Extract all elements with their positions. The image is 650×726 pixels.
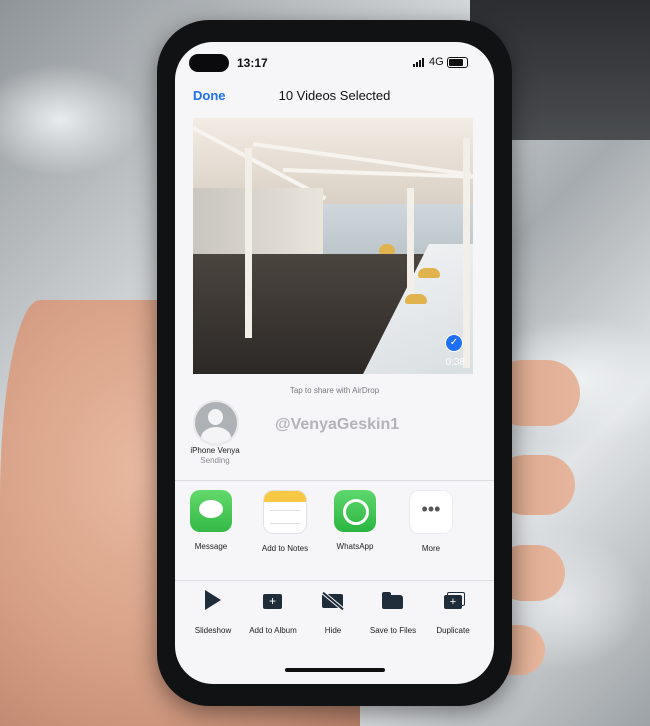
- phone-screen: 13:17 4G 10 Videos Selected Done ✓ 0:38 …: [175, 42, 494, 684]
- add-to-album-icon: +: [261, 590, 285, 612]
- share-apps-row: Message Add to Notes WhatsApp ••• More: [175, 490, 494, 581]
- photo-post: [245, 148, 252, 338]
- photo-chair: [418, 268, 440, 278]
- signal-icon: [413, 58, 424, 67]
- phone: 13:17 4G 10 Videos Selected Done ✓ 0:38 …: [157, 20, 512, 706]
- whatsapp-icon: [334, 490, 376, 532]
- person-head-icon: [208, 409, 223, 425]
- share-app-label: Message: [194, 542, 228, 551]
- hide-icon: [321, 590, 345, 612]
- share-app-whatsapp[interactable]: WhatsApp: [325, 490, 385, 551]
- done-button[interactable]: Done: [193, 88, 226, 103]
- share-app-label: WhatsApp: [336, 542, 374, 551]
- status-bar: 13:17 4G: [175, 42, 494, 78]
- messages-icon: [190, 490, 232, 532]
- action-add-to-album[interactable]: + Add to Album: [241, 590, 305, 635]
- action-label: Slideshow: [194, 626, 232, 635]
- airdrop-device-status: Sending: [200, 456, 230, 465]
- play-icon: [201, 590, 225, 612]
- share-app-label: More: [421, 544, 441, 553]
- share-app-message[interactable]: Message: [181, 490, 241, 551]
- airdrop-device-name: iPhone Venya: [190, 446, 240, 455]
- notes-icon: [263, 490, 307, 534]
- video-thumbnail[interactable]: ✓ 0:38: [193, 118, 473, 374]
- selected-check-icon: ✓: [445, 334, 463, 352]
- duplicate-icon: +: [441, 590, 465, 612]
- action-save-to-files[interactable]: Save to Files: [361, 590, 425, 635]
- status-time: 13:17: [237, 56, 268, 70]
- photo-post: [407, 188, 414, 298]
- airdrop-hint: Tap to share with AirDrop: [289, 386, 380, 395]
- network-label: 4G: [429, 56, 444, 68]
- share-app-more[interactable]: ••• More: [401, 490, 461, 553]
- action-label: Add to Album: [249, 626, 297, 635]
- share-app-label: Add to Notes: [261, 544, 309, 553]
- share-sheet-header: 10 Videos Selected Done: [175, 80, 494, 110]
- action-hide[interactable]: Hide: [301, 590, 365, 635]
- action-label: Duplicate: [436, 626, 470, 635]
- folder-icon: [381, 590, 405, 612]
- action-label: Hide: [324, 626, 342, 635]
- photo-chair: [405, 294, 427, 304]
- home-indicator[interactable]: [285, 668, 385, 672]
- airdrop-device-avatar[interactable]: [193, 400, 239, 446]
- share-actions-row: Slideshow + Add to Album Hide Save to Fi…: [175, 590, 494, 650]
- person-body-icon: [201, 427, 231, 444]
- photo-chair: [379, 244, 395, 254]
- action-duplicate[interactable]: + Duplicate: [421, 590, 485, 635]
- action-label: Save to Files: [369, 626, 417, 635]
- video-duration: 0:38: [445, 357, 465, 368]
- more-icon: •••: [409, 490, 453, 534]
- watermark: @VenyaGeskin1: [275, 416, 400, 433]
- airdrop-row: iPhone Venya Sending @VenyaGeskin1: [175, 398, 494, 481]
- photo-post: [463, 138, 470, 368]
- battery-icon: [447, 57, 468, 68]
- front-camera-cutout: [189, 54, 229, 72]
- action-slideshow[interactable]: Slideshow: [181, 590, 245, 635]
- share-app-notes[interactable]: Add to Notes: [255, 490, 315, 553]
